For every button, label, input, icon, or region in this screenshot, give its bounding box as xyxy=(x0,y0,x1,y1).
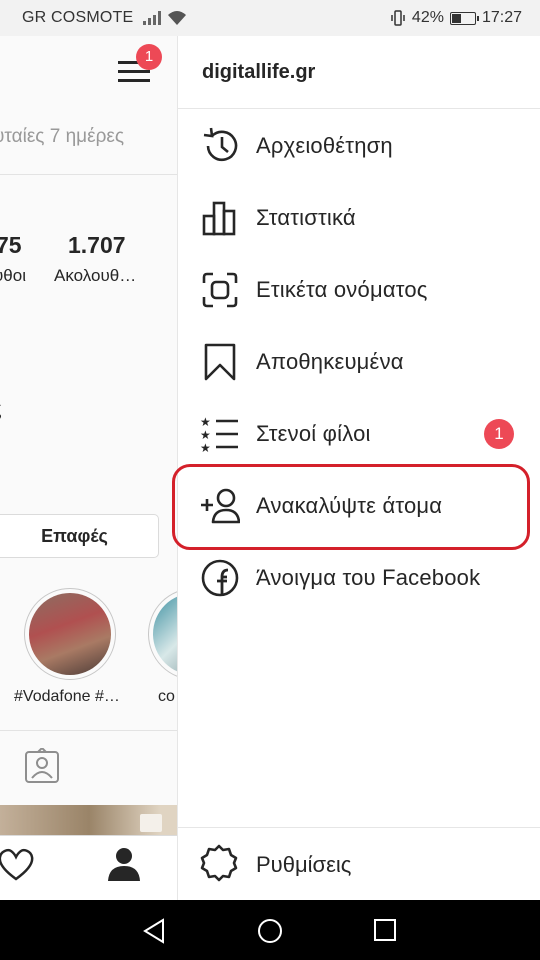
archive-history-icon xyxy=(200,126,240,166)
bottom-navigation xyxy=(0,835,177,900)
wifi-icon xyxy=(168,11,187,25)
story-highlight[interactable] xyxy=(148,588,177,680)
menu-notification-badge: 1 xyxy=(136,44,162,70)
status-bar: GR COSMOTE 42% 17:27 xyxy=(0,0,540,36)
bar-chart-icon xyxy=(200,198,240,238)
story-highlight[interactable] xyxy=(24,588,116,680)
post-thumbnail-detail xyxy=(140,814,162,832)
svg-text:★: ★ xyxy=(200,415,211,429)
profile-icon[interactable] xyxy=(106,846,142,882)
menu-item-insights[interactable]: Στατιστικά xyxy=(178,186,540,250)
story-highlight-label: co xyxy=(158,688,175,705)
battery-percent: 42% xyxy=(411,9,444,26)
gear-icon xyxy=(200,844,238,882)
carrier-name: GR COSMOTE xyxy=(22,9,134,26)
recents-icon[interactable] xyxy=(373,918,397,942)
menu-item-label: Αρχειοθέτηση xyxy=(256,133,393,158)
bookmark-icon xyxy=(200,342,240,382)
menu-item-archive[interactable]: Αρχειοθέτηση xyxy=(178,114,540,178)
menu-item-label: Ετικέτα ονόματος xyxy=(256,277,428,302)
following-count: 1.707 xyxy=(68,232,126,258)
following-label: Ακολουθ… xyxy=(54,266,137,285)
menu-item-close-friends[interactable]: ★ ★ ★ Στενοί φίλοι 1 xyxy=(178,402,540,466)
back-icon[interactable] xyxy=(142,918,166,944)
story-highlight-label: #Vodafone #… xyxy=(14,688,120,705)
battery-icon xyxy=(449,11,479,25)
contacts-button[interactable]: Επαφές xyxy=(0,514,159,558)
settings-row[interactable]: Ρυθμίσεις xyxy=(178,827,540,900)
drawer-username: digitallife.gr xyxy=(202,61,316,83)
tagged-photos-icon[interactable] xyxy=(24,748,60,784)
menu-item-label: Στατιστικά xyxy=(256,205,356,230)
menu-item-label: Στενοί φίλοι xyxy=(256,421,371,446)
menu-item-saved[interactable]: Αποθηκευμένα xyxy=(178,330,540,394)
menu-item-open-facebook[interactable]: Άνοιγμα του Facebook xyxy=(178,546,540,610)
vibrate-icon xyxy=(391,10,405,26)
divider xyxy=(0,174,177,175)
home-icon[interactable] xyxy=(257,918,283,944)
close-friends-badge: 1 xyxy=(484,419,514,449)
menu-item-label: Αποθηκευμένα xyxy=(256,349,404,374)
followers-count: 75 xyxy=(0,232,22,258)
facebook-icon xyxy=(200,558,240,598)
bio-fragment: ς xyxy=(0,398,2,421)
highlight-annotation xyxy=(172,464,530,550)
menu-item-label: Άνοιγμα του Facebook xyxy=(256,565,481,590)
svg-text:★: ★ xyxy=(200,428,211,442)
followers-label: υθοι xyxy=(0,266,26,285)
profile-background: 1 υταίες 7 ημέρες 75 1.707 υθοι Ακολουθ…… xyxy=(0,36,178,900)
android-nav-bar xyxy=(0,900,540,960)
heart-icon[interactable] xyxy=(0,848,34,882)
settings-label: Ρυθμίσεις xyxy=(256,852,352,877)
clock: 17:27 xyxy=(481,9,522,26)
insights-period-text: υταίες 7 ημέρες xyxy=(0,126,125,147)
signal-icon xyxy=(143,11,162,25)
divider xyxy=(0,730,177,731)
menu-item-nametag[interactable]: Ετικέτα ονόματος xyxy=(178,258,540,322)
divider xyxy=(178,108,540,109)
close-friends-list-icon: ★ ★ ★ xyxy=(200,414,240,454)
svg-text:★: ★ xyxy=(200,441,211,453)
nametag-scan-icon xyxy=(200,270,240,310)
